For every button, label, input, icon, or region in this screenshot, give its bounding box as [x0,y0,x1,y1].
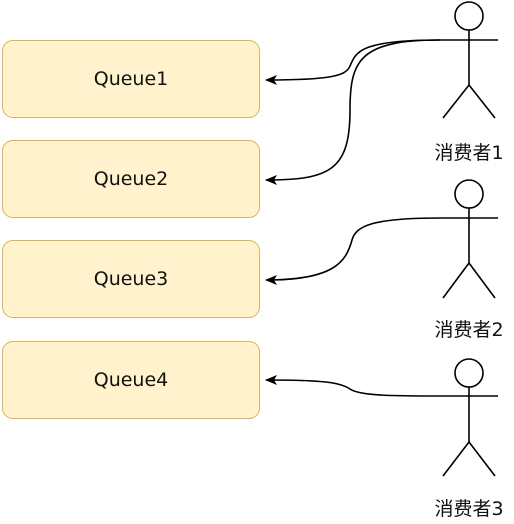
connector-consumer2-queue3 [265,217,441,285]
consumer2-label: 消费者2 [434,319,504,341]
consumer2-stick-figure-icon [440,179,498,299]
consumer1-stick-figure-icon [440,1,498,119]
diagram-canvas: Queue1 Queue2 Queue3 Queue4 消费者1 消费者2 消费… [0,0,514,524]
consumer1-label: 消费者1 [434,142,504,164]
consumer3-stick-figure-icon [440,358,498,477]
consumer3-label: 消费者3 [434,498,504,520]
connector-consumer1-queue1 [265,39,441,85]
connector-consumer3-queue4 [265,375,441,397]
diagram-connectors [265,1,498,477]
